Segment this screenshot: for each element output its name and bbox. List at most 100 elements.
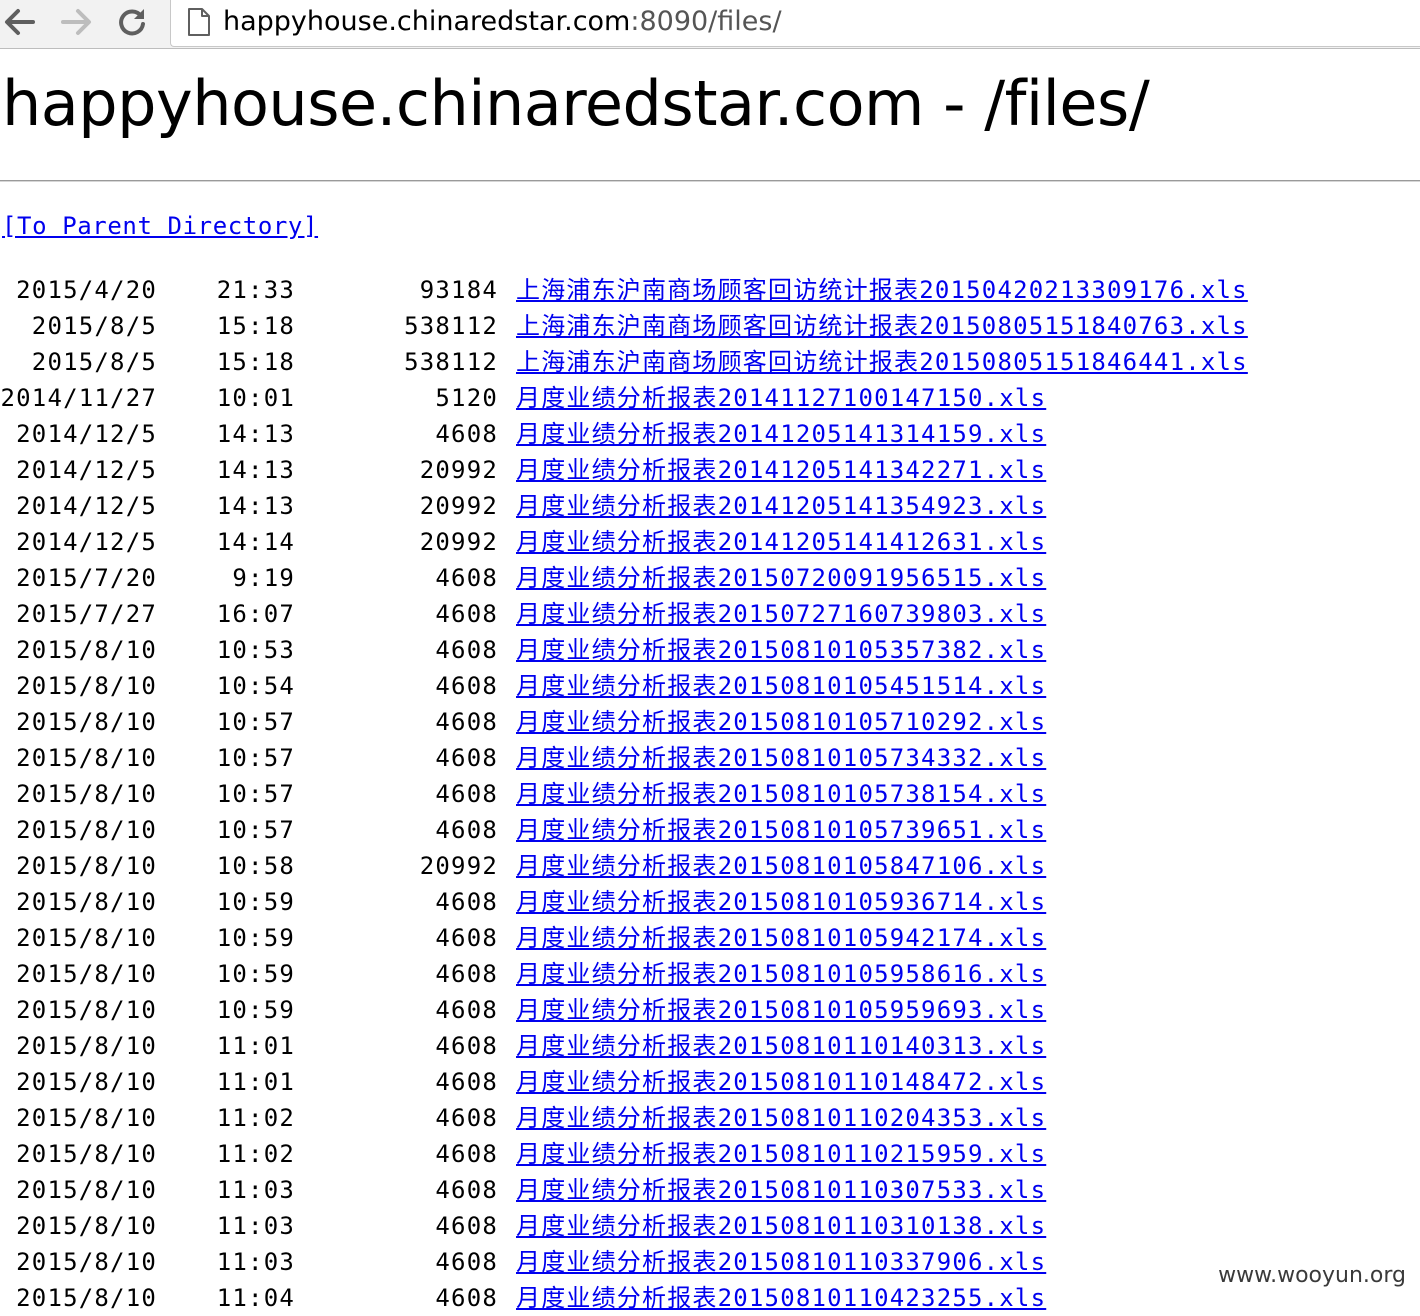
list-item: 2015/8/10 10:57 4608 月度业绩分析报表20150810105710… bbox=[0, 704, 1300, 740]
file-time: 10:59 bbox=[216, 924, 295, 952]
file-link[interactable]: 月度业绩分析报表20150810105710292.xls bbox=[516, 704, 1046, 740]
file-link[interactable]: 月度业绩分析报表20141205141354923.xls bbox=[516, 488, 1046, 524]
file-date: 2014/12/5 bbox=[16, 528, 157, 556]
file-link[interactable]: 月度业绩分析报表20150810105936714.xls bbox=[516, 884, 1046, 920]
file-time: 11:02 bbox=[216, 1140, 295, 1168]
browser-toolbar: happyhouse.chinaredstar.com:8090/files/ bbox=[0, 0, 1420, 49]
file-size: 4608 bbox=[435, 1032, 498, 1060]
arrow-right-icon bbox=[61, 9, 91, 35]
file-date: 2015/8/10 bbox=[16, 708, 157, 736]
list-item: 2015/8/10 10:57 4608 月度业绩分析报表20150810105734… bbox=[0, 740, 1300, 776]
file-link[interactable]: 月度业绩分析报表20150810105958616.xls bbox=[516, 956, 1046, 992]
file-link[interactable]: 月度业绩分析报表20150810105738154.xls bbox=[516, 776, 1046, 812]
file-size: 4608 bbox=[435, 960, 498, 988]
url-port-path: :8090/files/ bbox=[630, 6, 782, 37]
file-size: 93184 bbox=[419, 276, 498, 304]
address-bar[interactable]: happyhouse.chinaredstar.com:8090/files/ bbox=[170, 0, 1420, 47]
file-size: 5120 bbox=[435, 384, 498, 412]
file-link[interactable]: 月度业绩分析报表20150810105357382.xls bbox=[516, 632, 1046, 668]
file-link[interactable]: 月度业绩分析报表20150810105847106.xls bbox=[516, 848, 1046, 884]
file-list: 2015/4/20 21:33 93184 上海浦东沪南商场顾客回访统计报表20150… bbox=[0, 272, 1300, 1316]
file-link[interactable]: 月度业绩分析报表20150810110337906.xls bbox=[516, 1244, 1046, 1280]
back-button[interactable] bbox=[0, 4, 40, 40]
file-link[interactable]: 月度业绩分析报表20150810110204353.xls bbox=[516, 1100, 1046, 1136]
file-link[interactable]: 月度业绩分析报表20150727160739803.xls bbox=[516, 596, 1046, 632]
file-link[interactable]: 上海浦东沪南商场顾客回访统计报表20150805151846441.xls bbox=[516, 344, 1248, 380]
file-date: 2015/8/10 bbox=[16, 1212, 157, 1240]
list-item: 2015/7/27 16:07 4608 月度业绩分析报表20150727160739… bbox=[0, 596, 1300, 632]
page-icon bbox=[188, 8, 210, 36]
file-time: 14:13 bbox=[216, 420, 295, 448]
list-item: 2015/8/10 11:03 4608 月度业绩分析报表20150810110337… bbox=[0, 1244, 1300, 1280]
file-link[interactable]: 月度业绩分析报表20150810105451514.xls bbox=[516, 668, 1046, 704]
file-date: 2015/8/10 bbox=[16, 1284, 157, 1312]
file-time: 11:02 bbox=[216, 1104, 295, 1132]
parent-directory-link[interactable]: [To Parent Directory] bbox=[2, 208, 318, 244]
list-item: 2015/8/10 10:57 4608 月度业绩分析报表20150810105738… bbox=[0, 776, 1300, 812]
list-item: 2015/4/20 21:33 93184 上海浦东沪南商场顾客回访统计报表20150… bbox=[0, 272, 1300, 308]
file-time: 14:13 bbox=[216, 492, 295, 520]
list-item: 2015/8/5 15:18 538112 上海浦东沪南商场顾客回访统计报表20150… bbox=[0, 308, 1300, 344]
file-link[interactable]: 月度业绩分析报表20150810110307533.xls bbox=[516, 1172, 1046, 1208]
forward-button[interactable] bbox=[56, 4, 96, 40]
file-size: 4608 bbox=[435, 744, 498, 772]
file-link[interactable]: 月度业绩分析报表20150810105942174.xls bbox=[516, 920, 1046, 956]
file-date: 2014/11/27 bbox=[0, 384, 157, 412]
file-time: 10:59 bbox=[216, 960, 295, 988]
file-date: 2014/12/5 bbox=[16, 456, 157, 484]
file-link[interactable]: 月度业绩分析报表20141205141412631.xls bbox=[516, 524, 1046, 560]
file-link[interactable]: 月度业绩分析报表20150810110423255.xls bbox=[516, 1280, 1046, 1316]
file-date: 2015/8/10 bbox=[16, 1176, 157, 1204]
file-time: 11:03 bbox=[216, 1176, 295, 1204]
file-link[interactable]: 月度业绩分析报表20150810105734332.xls bbox=[516, 740, 1046, 776]
list-item: 2014/12/5 14:13 20992 月度业绩分析报表2014120514135… bbox=[0, 488, 1300, 524]
list-item: 2015/8/10 11:01 4608 月度业绩分析报表20150810110148… bbox=[0, 1064, 1300, 1100]
file-link[interactable]: 月度业绩分析报表20141205141342271.xls bbox=[516, 452, 1046, 488]
list-item: 2015/8/10 11:04 4608 月度业绩分析报表20150810110423… bbox=[0, 1280, 1300, 1316]
file-size: 4608 bbox=[435, 1104, 498, 1132]
file-link[interactable]: 月度业绩分析报表20141205141314159.xls bbox=[516, 416, 1046, 452]
file-size: 20992 bbox=[419, 492, 498, 520]
file-link[interactable]: 月度业绩分析报表20150810105739651.xls bbox=[516, 812, 1046, 848]
url-text[interactable]: happyhouse.chinaredstar.com:8090/files/ bbox=[223, 5, 782, 39]
file-link[interactable]: 月度业绩分析报表20150810105959693.xls bbox=[516, 992, 1046, 1028]
file-date: 2014/12/5 bbox=[16, 492, 157, 520]
watermark: www.wooyun.org bbox=[1214, 1263, 1410, 1288]
file-date: 2015/8/5 bbox=[31, 348, 157, 376]
file-link[interactable]: 上海浦东沪南商场顾客回访统计报表20150805151840763.xls bbox=[516, 308, 1248, 344]
list-item: 2014/12/5 14:13 20992 月度业绩分析报表2014120514134… bbox=[0, 452, 1300, 488]
file-time: 21:33 bbox=[216, 276, 295, 304]
list-item: 2015/8/10 11:03 4608 月度业绩分析报表20150810110307… bbox=[0, 1172, 1300, 1208]
file-time: 16:07 bbox=[216, 600, 295, 628]
file-link[interactable]: 月度业绩分析报表20141127100147150.xls bbox=[516, 380, 1046, 416]
file-size: 4608 bbox=[435, 996, 498, 1024]
arrow-left-icon bbox=[5, 9, 35, 35]
file-link[interactable]: 月度业绩分析报表20150810110140313.xls bbox=[516, 1028, 1046, 1064]
file-size: 4608 bbox=[435, 924, 498, 952]
file-link[interactable]: 月度业绩分析报表20150810110215959.xls bbox=[516, 1136, 1046, 1172]
file-link[interactable]: 上海浦东沪南商场顾客回访统计报表20150420213309176.xls bbox=[516, 272, 1248, 308]
list-item: 2015/8/10 10:59 4608 月度业绩分析报表20150810105936… bbox=[0, 884, 1300, 920]
divider bbox=[0, 180, 1420, 182]
file-time: 10:53 bbox=[216, 636, 295, 664]
file-link[interactable]: 月度业绩分析报表20150810110310138.xls bbox=[516, 1208, 1046, 1244]
file-size: 4608 bbox=[435, 420, 498, 448]
file-size: 4608 bbox=[435, 780, 498, 808]
file-time: 15:18 bbox=[216, 348, 295, 376]
file-size: 4608 bbox=[435, 1068, 498, 1096]
file-time: 14:14 bbox=[216, 528, 295, 556]
file-size: 20992 bbox=[419, 456, 498, 484]
file-time: 10:01 bbox=[216, 384, 295, 412]
file-date: 2015/7/20 bbox=[16, 564, 157, 592]
reload-button[interactable] bbox=[112, 4, 152, 40]
file-time: 11:01 bbox=[216, 1068, 295, 1096]
list-item: 2015/8/10 10:54 4608 月度业绩分析报表20150810105451… bbox=[0, 668, 1300, 704]
file-time: 11:03 bbox=[216, 1212, 295, 1240]
file-link[interactable]: 月度业绩分析报表20150810110148472.xls bbox=[516, 1064, 1046, 1100]
file-link[interactable]: 月度业绩分析报表20150720091956515.xls bbox=[516, 560, 1046, 596]
list-item: 2015/8/10 10:57 4608 月度业绩分析报表20150810105739… bbox=[0, 812, 1300, 848]
file-date: 2014/12/5 bbox=[16, 420, 157, 448]
file-size: 4608 bbox=[435, 1248, 498, 1276]
file-date: 2015/8/10 bbox=[16, 960, 157, 988]
file-size: 4608 bbox=[435, 1176, 498, 1204]
